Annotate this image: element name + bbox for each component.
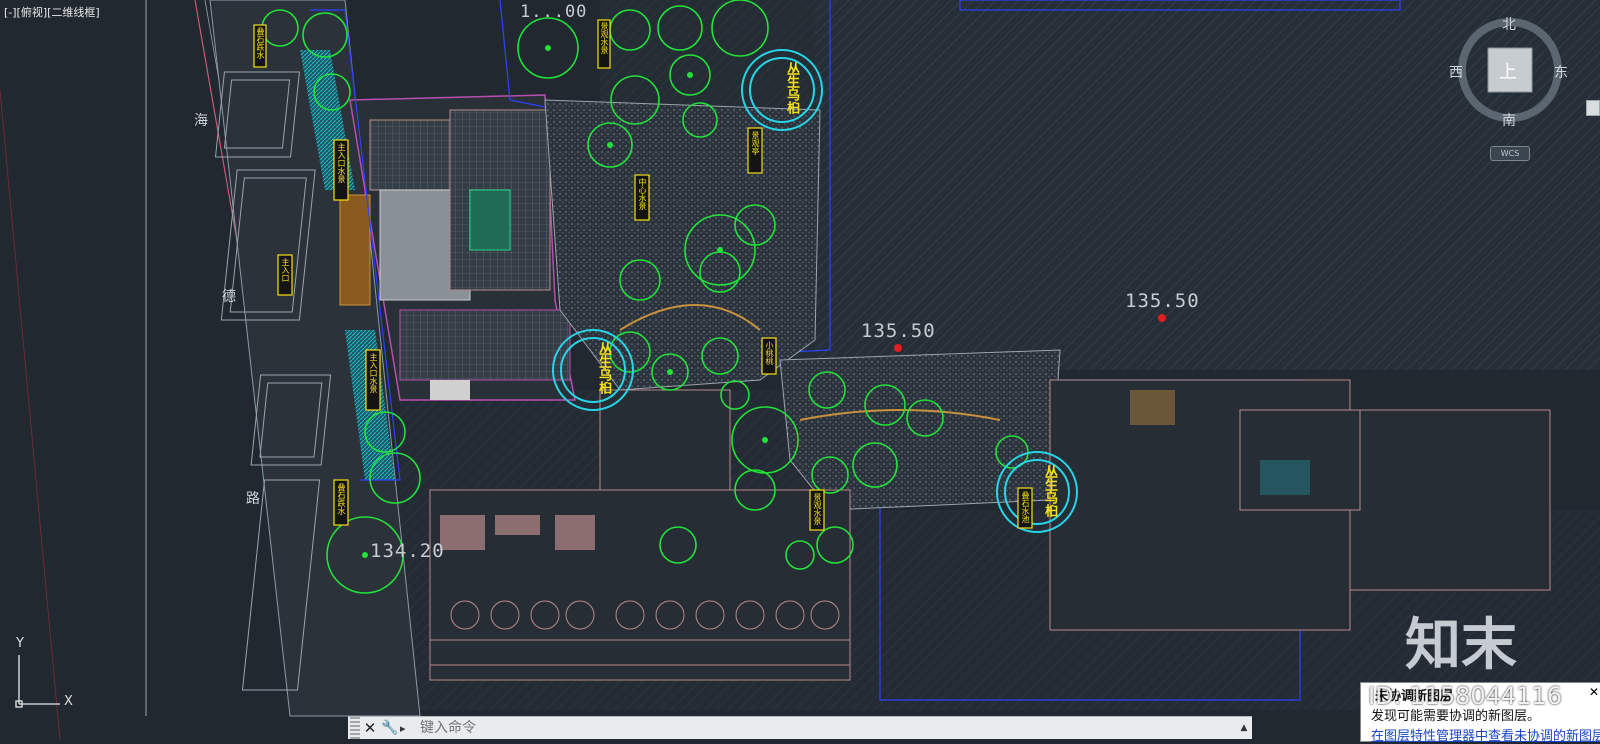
road-label-2: 德: [222, 289, 236, 305]
building-east-2: [1349, 409, 1551, 591]
central-garden: [544, 99, 821, 391]
sign-label: 叠石水池: [1021, 491, 1030, 523]
notification-close-icon[interactable]: ✕: [1589, 685, 1599, 699]
command-grip-icon[interactable]: [350, 717, 360, 739]
sign-label: 叠石跌水: [256, 27, 265, 59]
sign-label: 景观水景: [600, 22, 609, 54]
road-label-3: 路: [246, 491, 260, 507]
notification-link[interactable]: 在图层特性管理器中查看未协调的新图层: [1371, 725, 1600, 744]
sign-label: 景观亭: [751, 131, 760, 155]
elevation-label-partial: 1...00: [520, 2, 588, 22]
command-line[interactable]: ✕ 🔧 ▸ ▲: [348, 716, 1252, 739]
navbar-toggle-icon[interactable]: [1586, 100, 1600, 116]
elevation-label: 135.50: [861, 320, 936, 342]
sign-label: 景观水景: [813, 493, 822, 525]
compass-north[interactable]: 北: [1502, 14, 1516, 34]
viewcube-top-face[interactable]: 上: [1499, 58, 1517, 84]
wcs-menu[interactable]: WCS: [1490, 146, 1530, 161]
restaurant: [429, 489, 851, 681]
elevation-label: 134.20: [370, 540, 445, 562]
sign-label: 主入口: [281, 258, 290, 282]
sign-label: 主入口水景: [369, 353, 378, 393]
tree-label: 丛生乌桕: [1042, 465, 1057, 517]
command-input[interactable]: [418, 719, 1236, 737]
ucs-y-label: Y: [16, 636, 24, 651]
garden-path: [779, 349, 1061, 511]
command-history-icon[interactable]: ▲: [1236, 723, 1252, 733]
road-label-1: 海: [194, 113, 208, 129]
wood-deck: [339, 194, 371, 306]
ucs-x-label: X: [64, 694, 73, 709]
command-prompt-icon: ▸: [400, 721, 406, 735]
compass-east[interactable]: 东: [1554, 62, 1568, 82]
tree-label: 丛生乌桕: [596, 342, 611, 394]
command-close-icon[interactable]: ✕: [360, 719, 380, 737]
sign-label: 叠石跌水: [337, 483, 346, 515]
elevation-marker: [894, 344, 902, 352]
sign-label: 主入口水景: [337, 143, 346, 183]
elevation-label: 135.50: [1125, 290, 1200, 312]
id-watermark: ID: 1158044116: [1368, 682, 1562, 710]
sign-label: 小桃桃: [765, 341, 774, 365]
elevation-marker: [1158, 314, 1166, 322]
tree-label: 丛生乌桕: [784, 62, 799, 114]
compass-south[interactable]: 南: [1502, 110, 1516, 130]
command-customize-icon[interactable]: 🔧: [380, 720, 400, 736]
viewport-controls[interactable]: [-][俯视][二维线框]: [4, 4, 100, 20]
ucs-icon: [15, 655, 60, 708]
viewcube[interactable]: 北 南 东 西 上: [1449, 17, 1568, 129]
compass-west[interactable]: 西: [1449, 62, 1463, 82]
sign-label: 中心水景: [638, 178, 647, 210]
brand-watermark: 知末: [1405, 613, 1517, 678]
